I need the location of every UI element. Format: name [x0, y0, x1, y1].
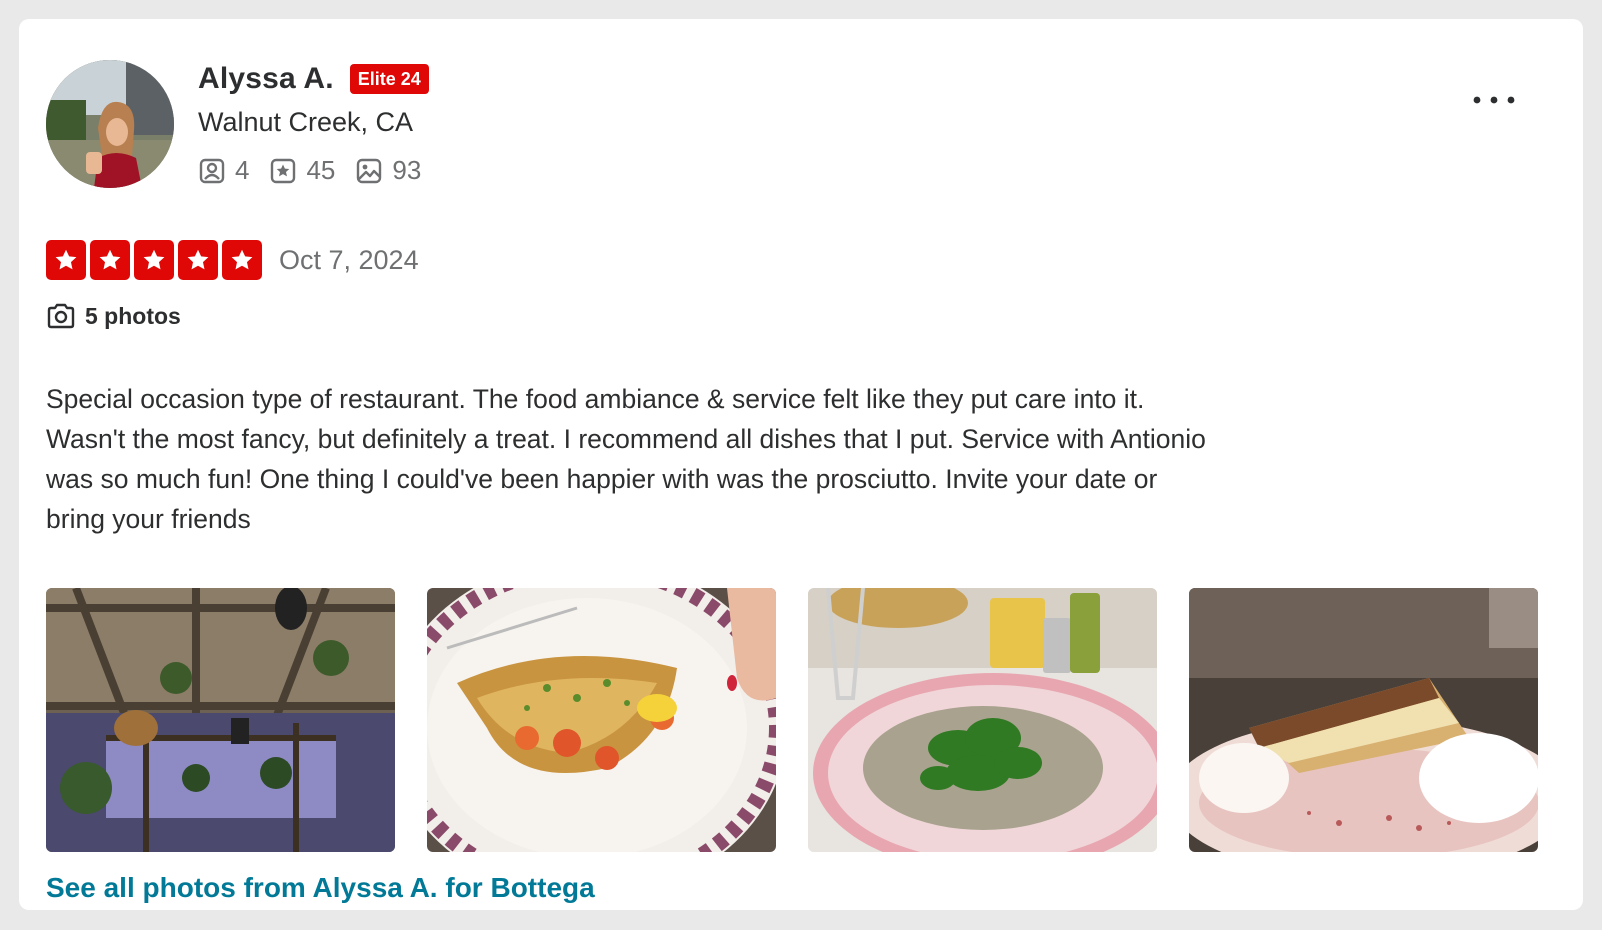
photos-label: 5 photos — [85, 302, 181, 329]
elite-badge[interactable]: Elite 24 — [349, 64, 429, 94]
friends-count: 4 — [235, 155, 250, 185]
star-icon — [178, 240, 218, 280]
camera-icon — [47, 303, 75, 329]
photo-thumbnail-fish-dish[interactable] — [427, 588, 776, 852]
photos-link[interactable]: 5 photos — [46, 302, 181, 330]
review-text: Special occasion type of restaurant. The… — [46, 379, 1366, 539]
photo-gallery — [46, 588, 1538, 852]
photo-thumbnail-interior[interactable] — [46, 588, 395, 852]
review-text-line: Special occasion type of restaurant. The… — [46, 384, 1145, 414]
photo-thumbnail-tiramisu[interactable] — [1189, 588, 1538, 852]
more-options-icon — [1473, 96, 1515, 104]
star-icon — [90, 240, 130, 280]
avatar[interactable] — [46, 60, 174, 188]
user-location: Walnut Creek, CA — [198, 107, 414, 137]
review-text-line: bring your friends — [46, 504, 251, 534]
reviews-stat: 45 — [269, 155, 335, 186]
user-name-row: Alyssa A. Elite 24 — [198, 62, 429, 96]
reviews-count: 45 — [306, 155, 336, 185]
rating-row: Oct 7, 2024 — [46, 240, 419, 280]
review-text-line: Wasn't the most fancy, but definitely a … — [46, 424, 1206, 454]
photos-count: 93 — [392, 155, 422, 185]
see-all-photos-link[interactable]: See all photos from Alyssa A. for Botteg… — [46, 872, 595, 904]
photo-thumbnail-risotto[interactable] — [808, 588, 1157, 852]
review-text-line: was so much fun! One thing I could've be… — [46, 464, 1158, 494]
image-icon — [357, 158, 382, 183]
star-rating — [46, 240, 262, 280]
star-icon — [134, 240, 174, 280]
photos-stat: 93 — [355, 155, 421, 186]
friends-stat: 4 — [198, 155, 249, 186]
user-stats: 4 45 93 — [198, 155, 421, 186]
user-name[interactable]: Alyssa A. — [198, 62, 334, 96]
star-icon — [46, 240, 86, 280]
friends-icon — [199, 158, 225, 183]
star-badge-icon — [271, 158, 296, 183]
review-date: Oct 7, 2024 — [279, 244, 419, 275]
more-options-button[interactable] — [1466, 80, 1522, 120]
star-icon — [222, 240, 262, 280]
